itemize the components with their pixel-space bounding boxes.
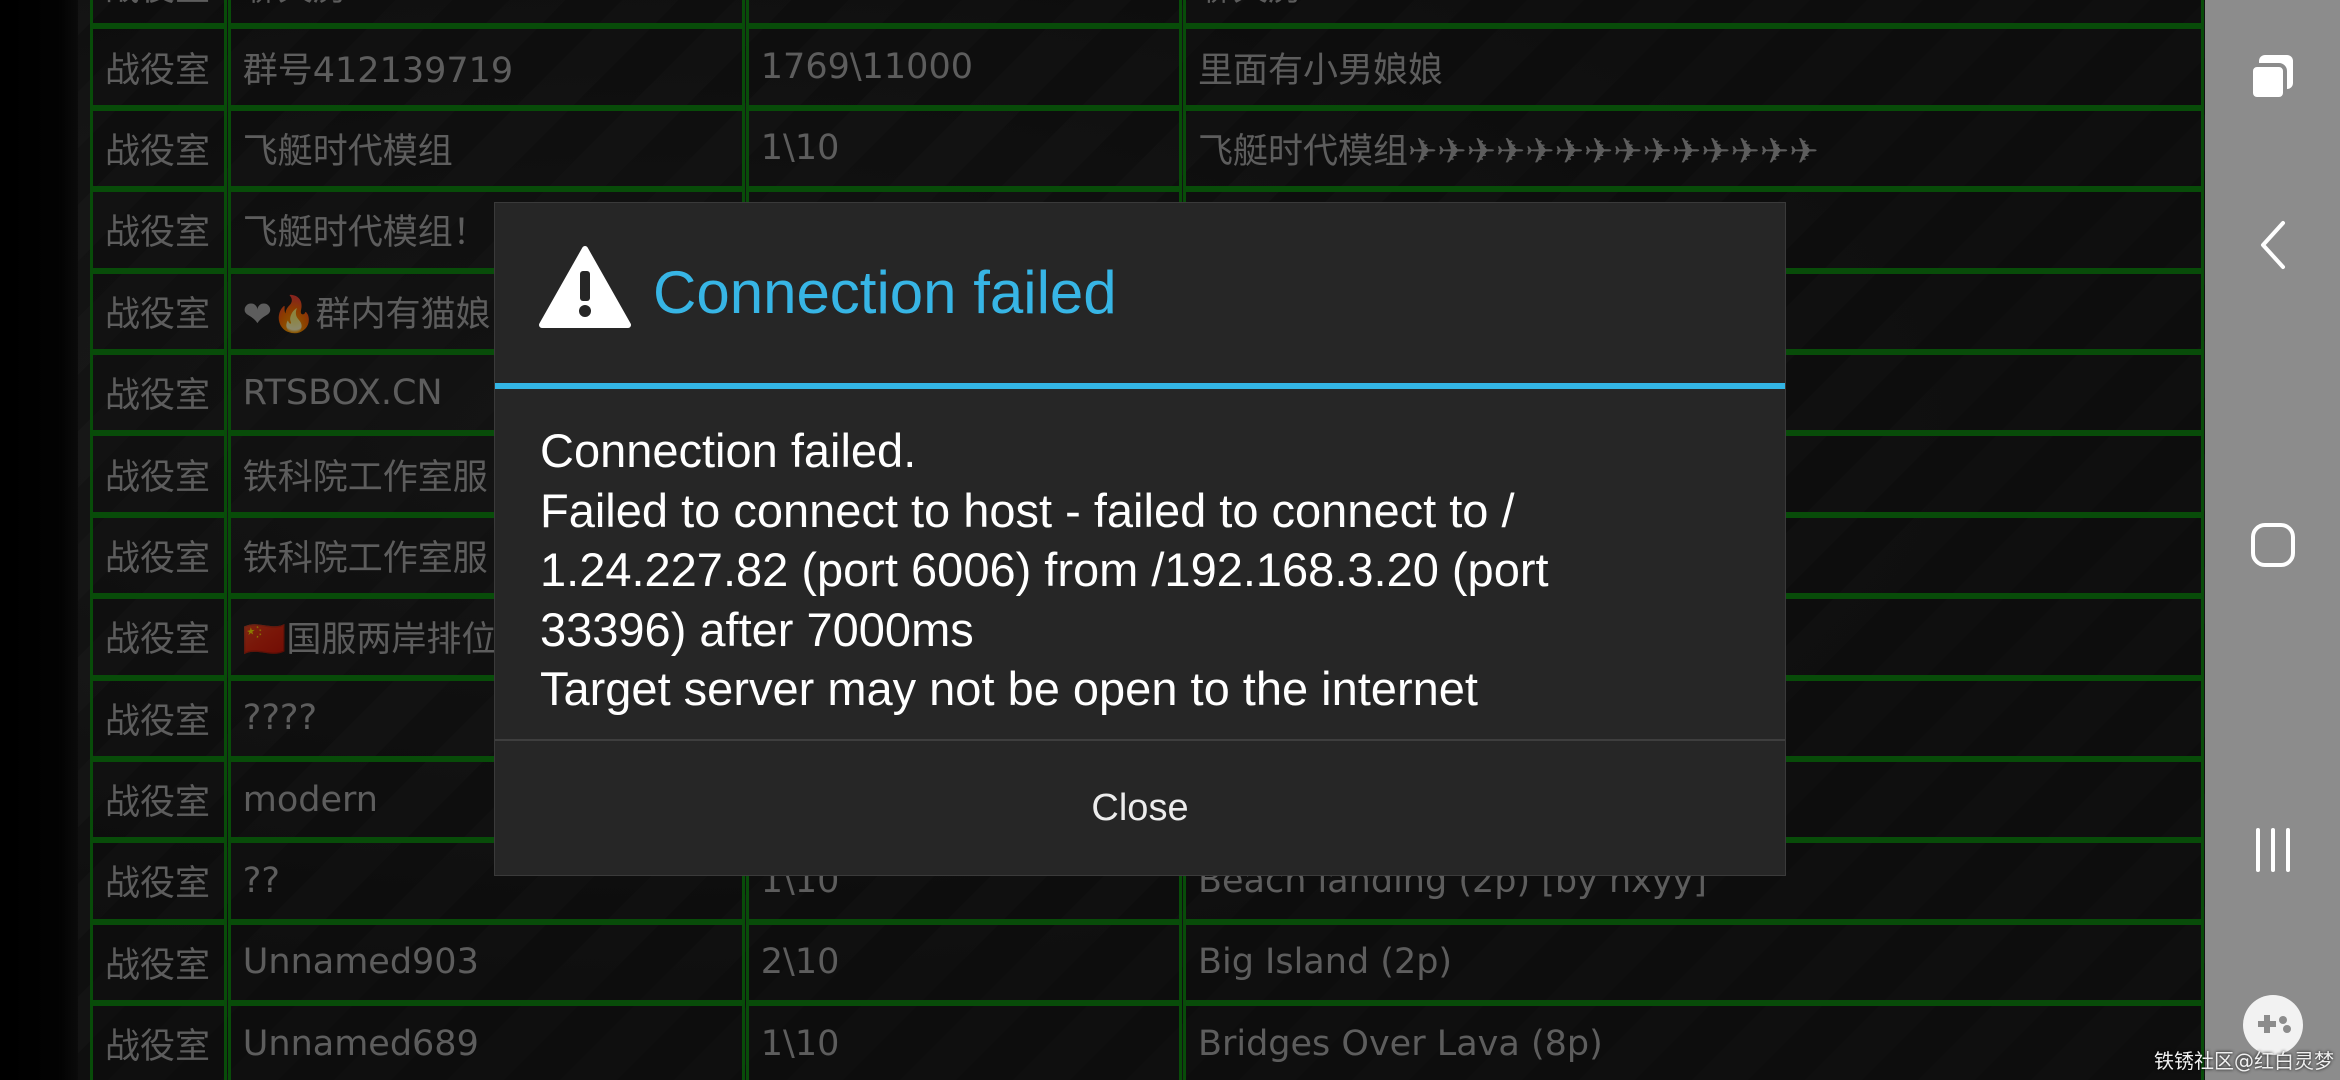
- watermark: 铁锈社区@红白灵梦: [2154, 1049, 2334, 1073]
- warning-icon: [539, 246, 631, 328]
- dialog-header: Connection failed: [495, 203, 1785, 385]
- message-line: 1.24.227.82 (port 6006) from /192.168.3.…: [540, 543, 1549, 596]
- home-icon[interactable]: [2205, 495, 2340, 595]
- game-screen: 战役室聊天房1111\0111聊天房战役室群号4121397191769\110…: [0, 0, 2205, 1080]
- recents-icon[interactable]: [2205, 25, 2340, 125]
- dialog-message: Connection failed. Failed to connect to …: [540, 421, 1750, 719]
- message-line: 33396) after 7000ms: [540, 602, 974, 656]
- message-line: Failed to connect to host - failed to co…: [540, 483, 1515, 537]
- system-navigation-bar: [2205, 0, 2340, 1080]
- title-divider: [495, 383, 1785, 389]
- menu-icon[interactable]: [2205, 800, 2340, 900]
- connection-failed-dialog: Connection failed Connection failed. Fai…: [495, 203, 1785, 875]
- back-icon[interactable]: [2205, 195, 2340, 295]
- close-button[interactable]: Close: [495, 741, 1785, 875]
- message-line: Target server may not be open to the int…: [540, 662, 1478, 715]
- dialog-title: Connection failed: [653, 259, 1117, 326]
- message-line: Connection failed.: [540, 424, 917, 477]
